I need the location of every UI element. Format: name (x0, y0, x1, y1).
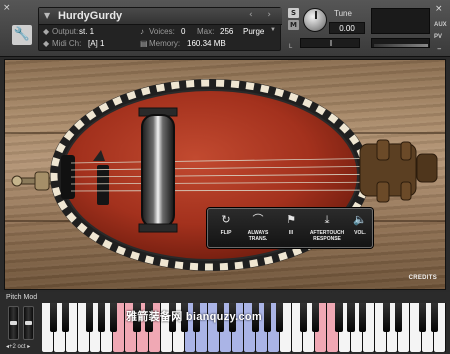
flip-control[interactable]: ↻ FLIP (214, 213, 238, 236)
black-key[interactable] (383, 303, 391, 332)
black-key[interactable] (264, 303, 272, 332)
voices-value: 0 (181, 27, 186, 36)
midi-arrow-icon[interactable]: ◆ (43, 39, 49, 48)
always-trans-label: ALWAYS TRANS. (247, 230, 269, 242)
output-label: Output: (52, 27, 79, 36)
black-key[interactable] (85, 303, 94, 332)
memory-icon: ▤ (140, 39, 148, 48)
volume-label: VOL. (354, 230, 366, 236)
curve-icon[interactable]: ⌒ (242, 213, 274, 227)
watermark-text: 雅箭装备网 bianquzy.com (126, 311, 262, 323)
instrument-artwork-panel: ↻ FLIP ⌒ ALWAYS TRANS. ⚑ III ⤓ AFTERTOUC… (4, 59, 446, 290)
purge-menu[interactable]: Purge (243, 27, 264, 36)
flip-label: FLIP (220, 230, 232, 236)
output-arrow-icon[interactable]: ◆ (43, 27, 49, 36)
purge-dropdown-icon[interactable]: ▼ (270, 27, 276, 33)
pitch-wheel[interactable] (8, 306, 19, 340)
midi-label: Midi Ch: (52, 39, 82, 48)
volume-slider-fill (374, 44, 428, 47)
output-value[interactable]: st. 1 (79, 27, 94, 36)
refresh-icon[interactable]: ↻ (214, 213, 238, 227)
octave-selector[interactable]: ◂+2 oct ▸ (6, 343, 30, 350)
aux-button[interactable]: AUX (434, 22, 447, 28)
iii-control[interactable]: ⚑ III (280, 213, 302, 236)
max-voices-value[interactable]: 256 (220, 27, 233, 36)
memory-label: Memory: (149, 39, 181, 48)
black-key[interactable] (335, 303, 343, 332)
pan-left-label: L (289, 44, 293, 50)
keyboard-panel: Pitch Mod ◂+2 oct ▸ 雅箭装备网 bianquzy.com (0, 292, 450, 354)
flag-icon[interactable]: ⚑ (280, 213, 302, 227)
midi-channel-value[interactable]: [A] 1 (88, 39, 104, 48)
black-key[interactable] (418, 303, 426, 332)
collapse-arrow-icon[interactable]: ▼ (44, 11, 50, 20)
hurdy-gurdy-illustration (11, 79, 438, 271)
mute-button[interactable]: M (288, 20, 299, 30)
credits-button[interactable]: CREDITS (409, 275, 437, 281)
black-key[interactable] (347, 303, 355, 332)
speaker-icon[interactable]: 🔈 (350, 213, 370, 227)
black-key[interactable] (50, 303, 58, 332)
volume-control[interactable]: 🔈 VOL. (350, 213, 370, 236)
pan-slider-handle[interactable] (330, 40, 332, 46)
control-strip: ↻ FLIP ⌒ ALWAYS TRANS. ⚑ III ⤓ AFTERTOUC… (207, 208, 373, 248)
black-key[interactable] (430, 303, 438, 332)
minimize-instrument-button[interactable]: – (437, 44, 442, 54)
mod-wheel[interactable] (23, 306, 34, 340)
black-key[interactable] (97, 303, 105, 332)
tune-label: Tune (334, 9, 352, 18)
solo-button[interactable]: S (288, 8, 299, 18)
instrument-name[interactable]: HurdyGurdy (58, 10, 122, 22)
wheel (141, 114, 175, 228)
instrument-title-bar: ▼ HurdyGurdy ‹ › (39, 8, 282, 25)
download-icon[interactable]: ⤓ (306, 213, 348, 227)
tune-value[interactable]: 0.00 (329, 22, 365, 34)
max-label: Max: (197, 27, 215, 36)
pegbox (359, 139, 438, 203)
aftertouch-response-control[interactable]: ⤓ AFTERTOUCH RESPONSE (306, 213, 348, 242)
level-meter (371, 8, 430, 34)
voices-icon: ♪ (140, 27, 144, 36)
midi-row: ◆ Midi Ch: [A] 1 ▤ Memory: 160.34 MB (39, 38, 282, 51)
close-instrument-button[interactable]: × (3, 4, 12, 13)
black-key[interactable] (299, 303, 307, 332)
pv-button[interactable]: PV (434, 34, 442, 40)
kontakt-instrument-window: × 🔧 ▼ HurdyGurdy ‹ › ◆ Output: st. 1 ♪ V… (0, 0, 450, 354)
tune-knob-icon[interactable] (303, 8, 327, 32)
wrench-icon[interactable]: 🔧 (12, 25, 32, 45)
black-key[interactable] (311, 303, 319, 332)
memory-value: 160.34 MB (187, 39, 226, 48)
aftertouch-response-label: AFTERTOUCH RESPONSE (309, 230, 345, 242)
instrument-info-panel: ▼ HurdyGurdy ‹ › ◆ Output: st. 1 ♪ Voice… (38, 7, 282, 51)
volume-slider[interactable] (371, 38, 430, 48)
instrument-nav-arrows[interactable]: ‹ › (249, 10, 277, 20)
always-trans-control[interactable]: ⌒ ALWAYS TRANS. (242, 213, 274, 242)
black-key[interactable] (62, 303, 70, 332)
pan-slider[interactable] (300, 38, 360, 48)
voices-label: Voices: (149, 27, 175, 36)
remove-instrument-button[interactable]: × (435, 4, 443, 14)
pitch-mod-label: Pitch Mod (6, 294, 38, 301)
iii-label: III (288, 230, 294, 236)
black-key[interactable] (394, 303, 403, 332)
black-key[interactable] (276, 303, 284, 332)
black-key[interactable] (109, 303, 117, 332)
instrument-header: × 🔧 ▼ HurdyGurdy ‹ › ◆ Output: st. 1 ♪ V… (0, 0, 450, 57)
black-key[interactable] (359, 303, 367, 332)
